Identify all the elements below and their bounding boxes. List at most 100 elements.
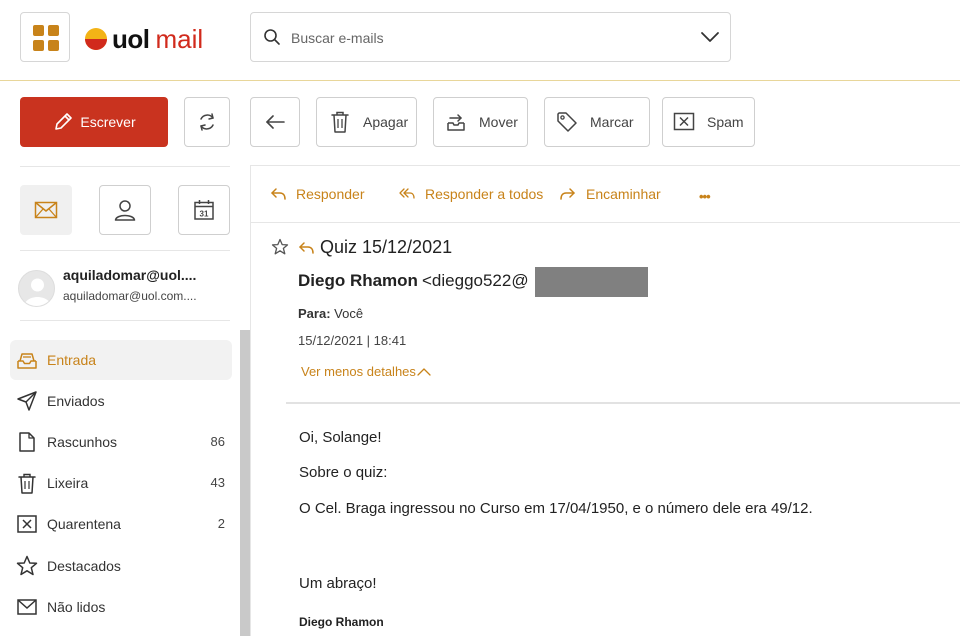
sidebar-item-label: Destacados	[47, 558, 121, 574]
send-icon	[17, 391, 37, 411]
back-button[interactable]	[250, 97, 300, 147]
reply-all-icon	[399, 188, 415, 199]
reply-icon	[271, 188, 286, 200]
sidebar-item-label: Lixeira	[47, 475, 89, 491]
envelope-icon	[34, 201, 58, 219]
reply-all-button[interactable]: Responder a todos	[399, 184, 543, 204]
quarantine-icon	[17, 515, 37, 533]
sidebar-item-label: Entrada	[47, 352, 97, 368]
contacts-app-tile[interactable]	[99, 185, 151, 235]
recipient-value: Você	[334, 306, 364, 321]
compose-button[interactable]: Escrever	[20, 97, 168, 147]
calendar-app-tile[interactable]: 31	[178, 185, 230, 235]
sidebar-item-label: Não lidos	[47, 599, 106, 615]
move-icon	[447, 114, 465, 131]
forward-icon	[560, 188, 575, 200]
sidebar-item-inbox[interactable]: Entrada	[10, 340, 232, 380]
forward-label: Encaminhar	[586, 186, 661, 202]
tag-button[interactable]: Marcar	[544, 97, 650, 147]
apps-grid-icon-cell	[33, 40, 44, 51]
sidebar-item-count: 43	[210, 475, 225, 490]
redacted-block	[535, 267, 648, 297]
content-divider	[250, 165, 960, 166]
chevron-up-icon	[417, 368, 431, 376]
apps-grid-icon-cell	[48, 25, 59, 36]
search-icon	[264, 29, 280, 45]
sidebar-item-label: Rascunhos	[47, 434, 118, 450]
reply-label: Responder	[296, 186, 365, 202]
person-icon	[114, 200, 136, 221]
trash-icon	[331, 111, 349, 133]
calendar-icon: 31	[194, 200, 214, 220]
body-paragraph: Oi, Solange!	[299, 429, 382, 446]
sidebar-item-unread[interactable]: Não lidos	[10, 587, 232, 627]
chevron-down-icon[interactable]	[700, 30, 720, 44]
reply-button[interactable]: Responder	[270, 184, 365, 204]
uol-mail-logo[interactable]: uol mail	[84, 24, 203, 54]
unread-icon	[17, 599, 37, 615]
compose-label: Escrever	[80, 114, 136, 130]
forward-button[interactable]: Encaminhar	[560, 184, 661, 204]
user-avatar-icon	[24, 278, 51, 306]
spam-label: Spam	[707, 114, 744, 130]
refresh-icon	[200, 113, 214, 131]
delete-button[interactable]: Apagar	[316, 97, 417, 147]
sidebar-item-count: 86	[210, 434, 225, 449]
recipient-row: Para: Você	[298, 306, 363, 321]
move-button[interactable]: Mover	[433, 97, 528, 147]
message-subject: Quiz 15/12/2021	[320, 237, 453, 257]
avatar[interactable]	[18, 270, 55, 307]
replied-icon	[299, 242, 314, 254]
recipient-label: Para:	[298, 306, 331, 321]
reply-all-label: Responder a todos	[425, 186, 544, 202]
account-email: aquiladomar@uol.com....	[63, 289, 197, 303]
logo-uol-text: uol	[112, 23, 150, 54]
more-options-button[interactable]: •••	[699, 186, 711, 206]
body-paragraph: O Cel. Braga ingressou no Curso em 17/04…	[299, 500, 813, 517]
sidebar-item-trash[interactable]: Lixeira 43	[10, 463, 232, 503]
search-input[interactable]	[291, 27, 691, 49]
apps-grid-button[interactable]	[20, 12, 70, 62]
apps-grid-icon	[33, 25, 44, 36]
move-label: Mover	[479, 114, 518, 130]
sidebar-item-sent[interactable]: Enviados	[10, 381, 232, 421]
inbox-icon	[17, 353, 37, 369]
content-divider	[250, 165, 251, 636]
sender-name: Diego Rhamon	[298, 271, 418, 290]
pencil-icon	[55, 113, 73, 130]
details-toggle[interactable]: Ver menos detalhes	[301, 364, 431, 379]
tag-label: Marcar	[590, 114, 634, 130]
refresh-button[interactable]	[184, 97, 230, 147]
draft-icon	[19, 432, 35, 452]
logo-mail-text: mail	[155, 23, 204, 54]
signature: Diego Rhamon	[299, 615, 384, 629]
sidebar-scrollbar[interactable]	[240, 330, 250, 636]
sidebar-item-count: 2	[217, 516, 225, 531]
sidebar-item-drafts[interactable]: Rascunhos 86	[10, 422, 232, 462]
mail-app-tile[interactable]	[20, 185, 72, 235]
message-date: 15/12/2021 | 18:41	[298, 333, 407, 348]
arrow-left-icon	[266, 115, 285, 129]
sidebar-item-label: Enviados	[47, 393, 105, 409]
star-icon[interactable]	[271, 238, 289, 256]
app-header: uol mail	[0, 0, 960, 81]
content-divider	[250, 222, 960, 223]
sidebar-divider	[20, 166, 230, 167]
body-paragraph: Um abraço!	[299, 575, 377, 592]
sidebar-item-starred[interactable]: Destacados	[10, 546, 232, 586]
sidebar-divider	[20, 320, 230, 321]
tag-icon	[557, 112, 577, 132]
trash-icon	[18, 473, 36, 494]
svg-text:31: 31	[200, 210, 209, 219]
spam-icon	[673, 112, 695, 131]
sidebar-divider	[20, 250, 230, 251]
apps-grid-icon-cell	[48, 40, 59, 51]
more-options-icon: •••	[699, 188, 711, 204]
spam-button[interactable]: Spam	[662, 97, 755, 147]
message-divider	[286, 402, 960, 404]
account-name: aquiladomar@uol....	[63, 267, 197, 283]
sidebar-item-label: Quarentena	[47, 516, 121, 532]
search-box[interactable]	[250, 12, 731, 62]
sidebar-item-quarantine[interactable]: Quarentena 2	[10, 504, 232, 544]
sender-email: <dieggo522@	[422, 271, 529, 290]
